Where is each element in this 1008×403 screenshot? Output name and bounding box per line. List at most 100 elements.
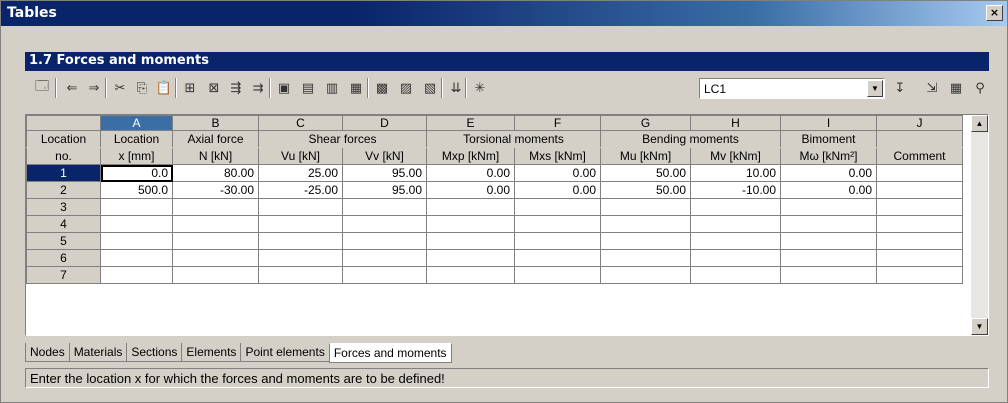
- col-letter-e[interactable]: E: [426, 115, 515, 131]
- grid-cell[interactable]: [426, 232, 515, 250]
- grid-cell[interactable]: [690, 232, 781, 250]
- grid-cell[interactable]: [172, 266, 259, 284]
- grid-cell[interactable]: 0.00: [514, 164, 601, 182]
- import-icon[interactable]: ▨: [395, 77, 417, 99]
- grid-cell[interactable]: [780, 215, 877, 233]
- col-letter-g[interactable]: G: [600, 115, 691, 131]
- grid-cell[interactable]: [514, 249, 601, 267]
- grid-cell[interactable]: [600, 266, 691, 284]
- grid-cell[interactable]: [342, 249, 427, 267]
- grid-cell[interactable]: [342, 198, 427, 216]
- graphic-icon[interactable]: ⇲: [921, 77, 943, 99]
- rs-icon[interactable]: ⇊: [445, 77, 467, 99]
- grid-cell[interactable]: 0.00: [780, 164, 877, 182]
- next-table-icon[interactable]: ⇒: [83, 77, 105, 99]
- result-icon[interactable]: ▦: [945, 77, 967, 99]
- grid-cell[interactable]: 0.00: [426, 181, 515, 199]
- row-number[interactable]: 5: [26, 232, 101, 250]
- view3-icon[interactable]: ▥: [321, 77, 343, 99]
- chevron-down-icon[interactable]: ▼: [867, 80, 883, 97]
- grid-cell[interactable]: -25.00: [258, 181, 343, 199]
- grid-cell[interactable]: [690, 215, 781, 233]
- export-icon[interactable]: ▩: [371, 77, 393, 99]
- close-button[interactable]: ×: [986, 5, 1003, 21]
- copy-icon[interactable]: ⎘: [131, 77, 153, 99]
- grid-cell[interactable]: 50.00: [600, 164, 691, 182]
- grid-cell[interactable]: -10.00: [690, 181, 781, 199]
- grid-cell[interactable]: [876, 215, 963, 233]
- grid-cell[interactable]: [100, 266, 173, 284]
- grid-cell[interactable]: [426, 215, 515, 233]
- insert-row-icon[interactable]: ⊞: [179, 77, 201, 99]
- col-letter-i[interactable]: I: [780, 115, 877, 131]
- grid-cell[interactable]: [690, 198, 781, 216]
- grid-cell[interactable]: [258, 249, 343, 267]
- properties-icon[interactable]: 🗔: [31, 77, 53, 99]
- grid-cell[interactable]: [780, 249, 877, 267]
- grid-cell[interactable]: [876, 232, 963, 250]
- grid-cell[interactable]: [514, 266, 601, 284]
- append-col-icon[interactable]: ⇉: [247, 77, 269, 99]
- grid-cell[interactable]: [172, 232, 259, 250]
- grid-cell[interactable]: [514, 198, 601, 216]
- row-number[interactable]: 4: [26, 215, 101, 233]
- grid-cell[interactable]: [258, 215, 343, 233]
- grid-cell[interactable]: [780, 198, 877, 216]
- col-letter-j[interactable]: J: [876, 115, 963, 131]
- grid-cell[interactable]: [172, 215, 259, 233]
- grid-cell[interactable]: [172, 198, 259, 216]
- lc-pick-icon[interactable]: ↧: [889, 77, 911, 99]
- row-number[interactable]: 7: [26, 266, 101, 284]
- grid-cell[interactable]: [258, 266, 343, 284]
- grid-cell[interactable]: -30.00: [172, 181, 259, 199]
- grid-cell[interactable]: [600, 215, 691, 233]
- grid-cell[interactable]: [258, 198, 343, 216]
- grid-cell[interactable]: [876, 164, 963, 182]
- grid-cell[interactable]: [514, 215, 601, 233]
- view1-icon[interactable]: ▣: [273, 77, 295, 99]
- load-case-select[interactable]: LC1 ▼: [699, 78, 885, 99]
- grid-cell[interactable]: [342, 215, 427, 233]
- grid-cell[interactable]: 10.00: [690, 164, 781, 182]
- scroll-down-icon[interactable]: ▼: [971, 318, 988, 335]
- print-icon[interactable]: ▧: [419, 77, 441, 99]
- grid-cell[interactable]: 50.00: [600, 181, 691, 199]
- view4-icon[interactable]: ▦: [345, 77, 367, 99]
- grid-cell[interactable]: [780, 232, 877, 250]
- tab-forces-and-moments[interactable]: Forces and moments: [328, 343, 452, 363]
- grid-cell[interactable]: [426, 249, 515, 267]
- col-letter-c[interactable]: C: [258, 115, 343, 131]
- grid-cell[interactable]: 25.00: [258, 164, 343, 182]
- grid-cell[interactable]: [426, 198, 515, 216]
- grid-cell[interactable]: [690, 249, 781, 267]
- grid-cell[interactable]: [600, 249, 691, 267]
- cut-icon[interactable]: ✂: [109, 77, 131, 99]
- grid-cell[interactable]: [100, 249, 173, 267]
- grid-cell[interactable]: [342, 266, 427, 284]
- col-letter-b[interactable]: B: [172, 115, 259, 131]
- tab-materials[interactable]: Materials: [68, 343, 128, 362]
- grid-cell[interactable]: 0.00: [514, 181, 601, 199]
- grid-cell[interactable]: [172, 249, 259, 267]
- grid-cell[interactable]: [876, 181, 963, 199]
- grid-cell[interactable]: [690, 266, 781, 284]
- grid-cell[interactable]: 500.0: [100, 181, 173, 199]
- row-number[interactable]: 1: [26, 164, 101, 182]
- scroll-up-icon[interactable]: ▲: [971, 115, 988, 132]
- tab-nodes[interactable]: Nodes: [25, 343, 70, 362]
- tab-sections[interactable]: Sections: [126, 343, 183, 362]
- grid-cell[interactable]: 0.00: [426, 164, 515, 182]
- grid-cell[interactable]: [600, 232, 691, 250]
- grid-cell[interactable]: [514, 232, 601, 250]
- tab-elements[interactable]: Elements: [181, 343, 242, 362]
- search-icon[interactable]: ⚲: [969, 77, 991, 99]
- row-number[interactable]: 3: [26, 198, 101, 216]
- grid-cell[interactable]: 80.00: [172, 164, 259, 182]
- grid-cell[interactable]: 0.0: [100, 164, 173, 182]
- grid-cell[interactable]: 0.00: [780, 181, 877, 199]
- grid-cell[interactable]: [100, 198, 173, 216]
- grid-cell[interactable]: [100, 215, 173, 233]
- row-number[interactable]: 6: [26, 249, 101, 267]
- col-letter-a[interactable]: A: [100, 115, 173, 131]
- paste-icon[interactable]: 📋: [153, 77, 175, 99]
